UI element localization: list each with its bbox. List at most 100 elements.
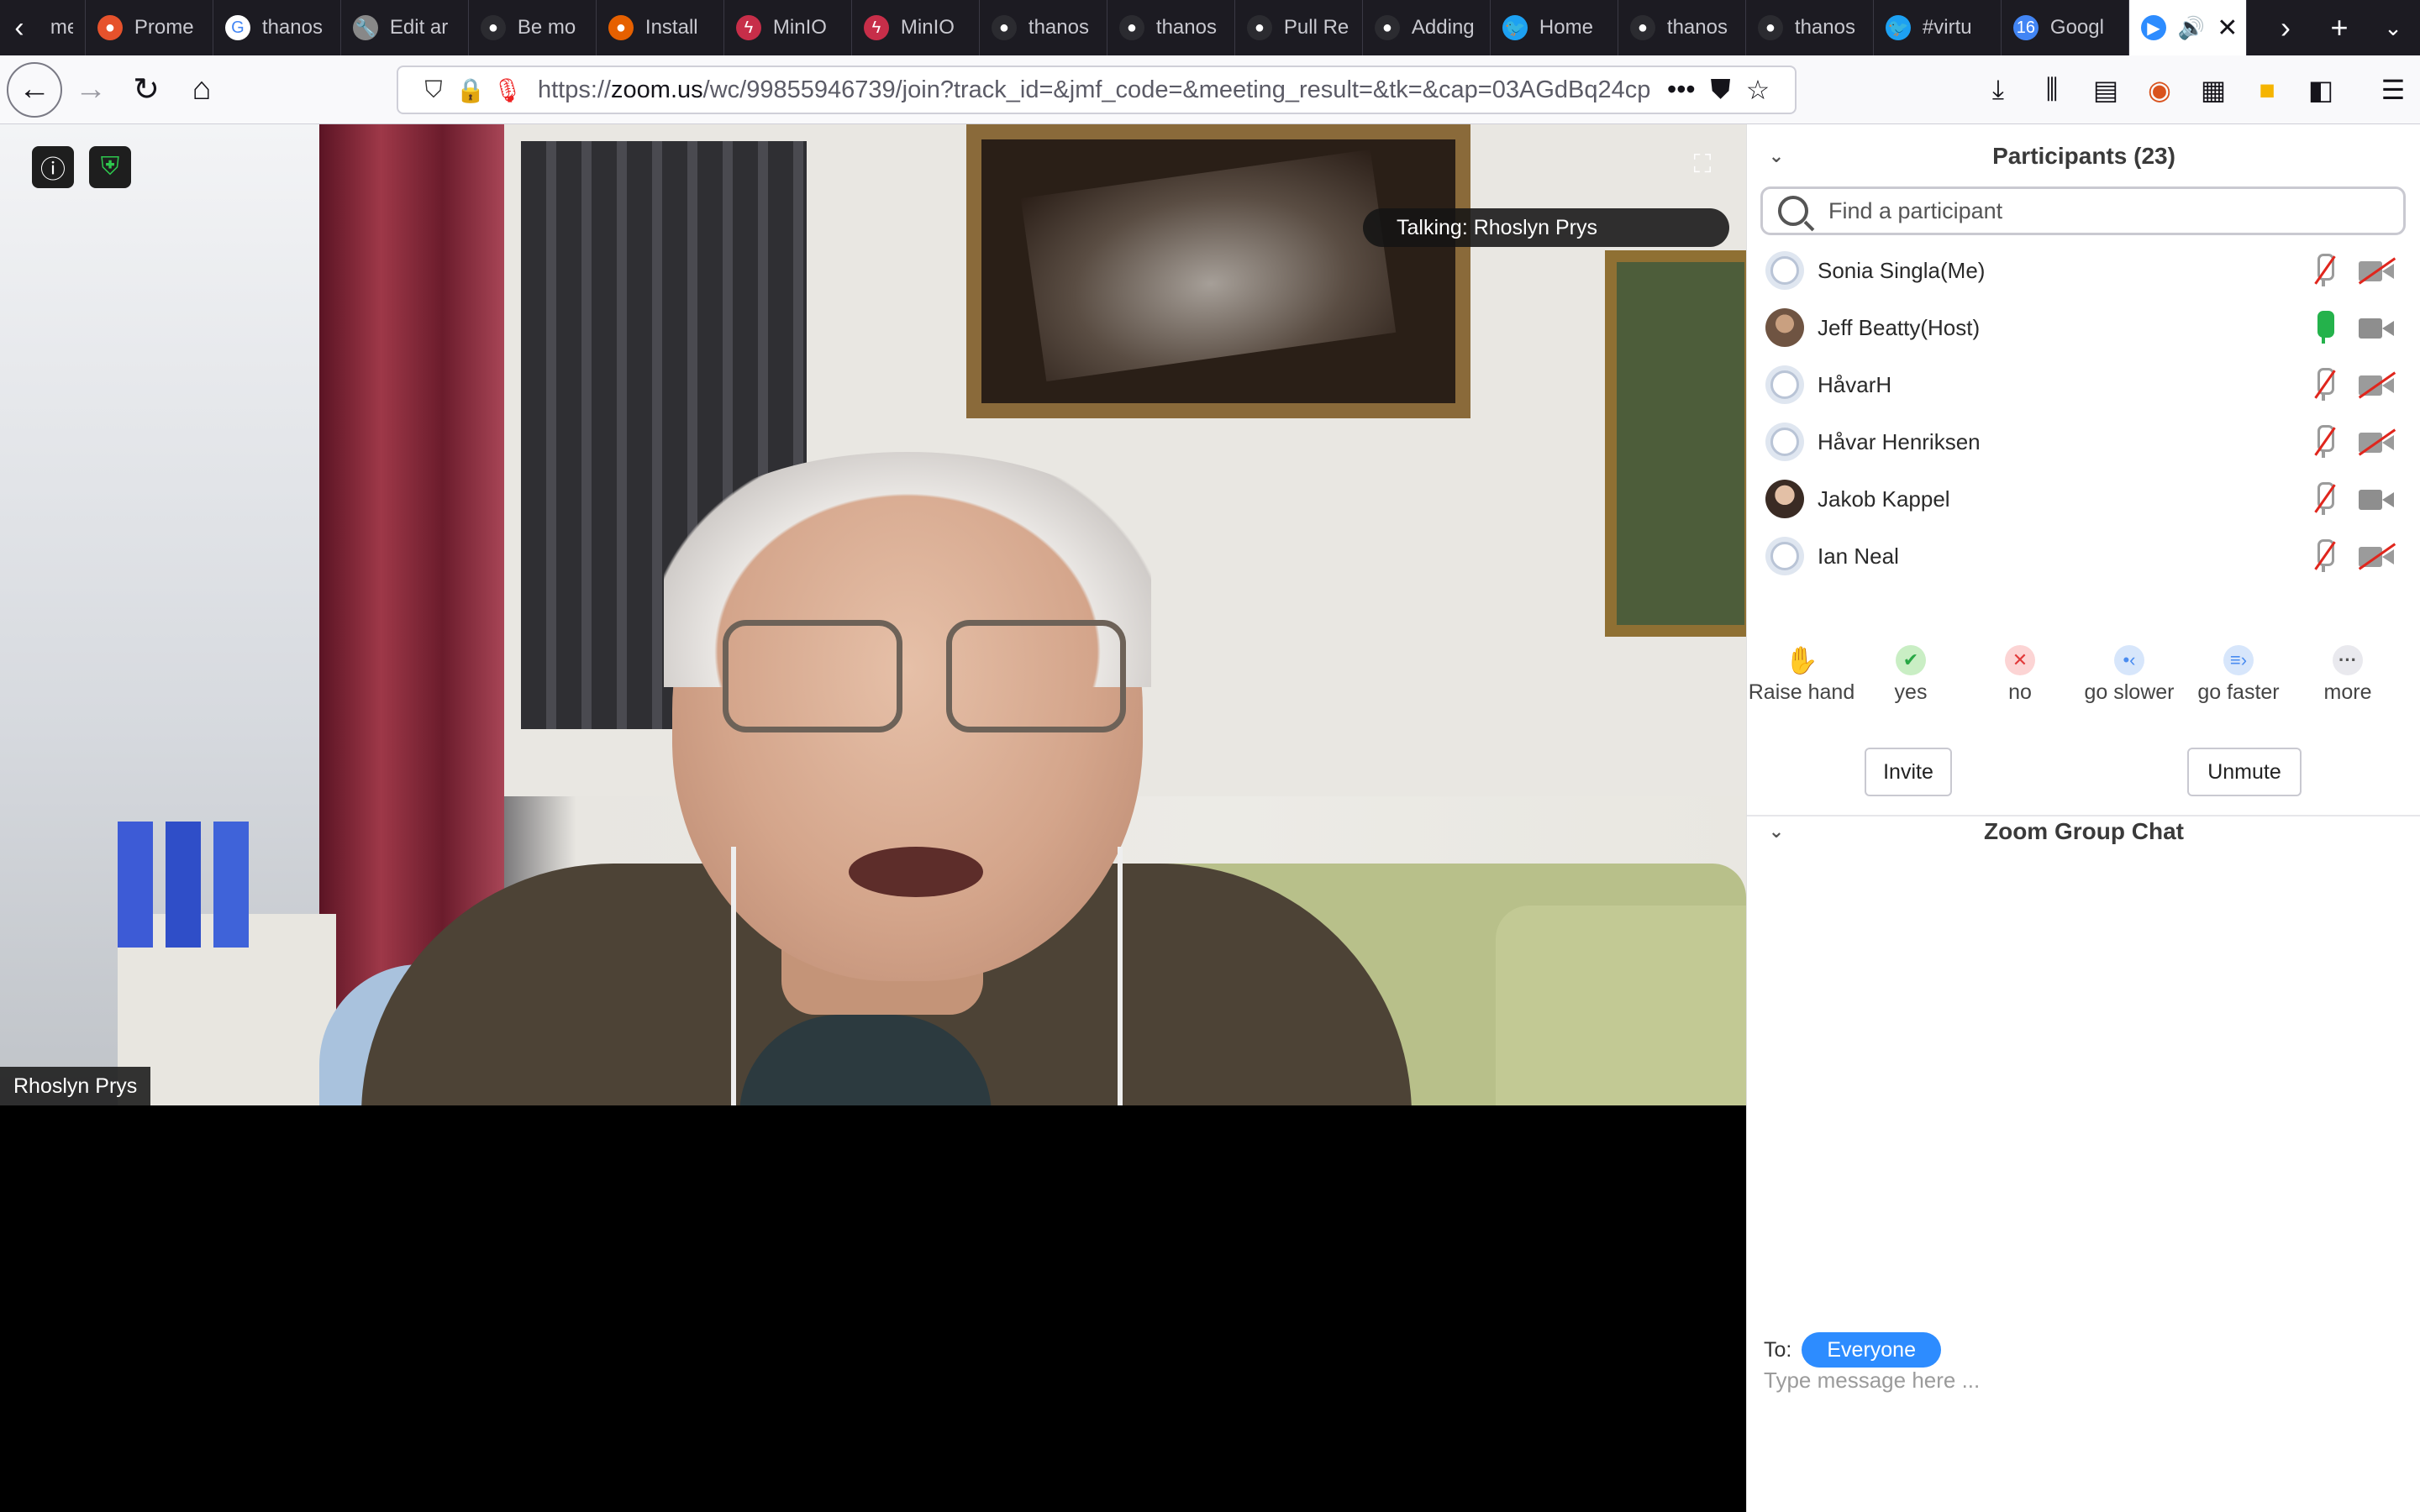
reaction-label: Raise hand <box>1748 680 1855 704</box>
browser-tab[interactable]: ● Be mo <box>469 0 597 55</box>
browser-tab[interactable]: me <box>39 0 86 55</box>
browser-tab[interactable]: ● Prome <box>86 0 213 55</box>
tabs-scroll-left-icon[interactable]: ‹ <box>0 0 39 55</box>
participant-search[interactable] <box>1760 186 2406 235</box>
extension-grid-icon[interactable]: ▦ <box>2186 63 2240 117</box>
google-icon: G <box>224 15 250 40</box>
microphone-muted-icon <box>2313 425 2336 459</box>
browser-tab-label: Be mo <box>517 16 576 39</box>
github-icon: ● <box>1629 15 1655 40</box>
sidebar-icon[interactable]: ▤ <box>2079 63 2133 117</box>
tabs-scroll-right-icon[interactable]: › <box>2259 0 2312 55</box>
minio-icon: ϟ <box>735 15 761 40</box>
browser-tab[interactable]: ● thanos <box>1107 0 1235 55</box>
collapse-chat-icon[interactable]: ⌄ <box>1764 819 1789 844</box>
browser-tab[interactable]: ● Adding <box>1363 0 1491 55</box>
browser-tab[interactable]: 🔧 Edit ar <box>341 0 469 55</box>
reaction-check[interactable]: ✔ yes <box>1856 645 1965 712</box>
microphone-muted-icon <box>2313 539 2336 573</box>
forward-button[interactable]: → <box>64 63 118 117</box>
reload-button[interactable]: ↻ <box>119 63 173 117</box>
bookmark-star-icon[interactable]: ☆ <box>1746 74 1770 106</box>
back-button[interactable]: ← <box>7 61 62 118</box>
reaction-raise-hand[interactable]: ✋ Raise hand <box>1747 645 1856 712</box>
chat-header: ⌄ Zoom Group Chat <box>1747 805 2420 858</box>
extension-color-icon[interactable]: ◉ <box>2133 63 2186 117</box>
video-empty-area <box>0 1105 1746 1512</box>
tracking-shield-icon[interactable]: ⛉ <box>415 71 452 108</box>
extension-yellow-icon[interactable]: ■ <box>2240 63 2294 117</box>
browser-tab[interactable]: ● thanos <box>980 0 1107 55</box>
extension-apps-icon[interactable]: ◧ <box>2294 63 2348 117</box>
twitter-icon: 🐦 <box>1885 15 1911 40</box>
reaction-slower[interactable]: •‹ go slower <box>2075 645 2184 712</box>
video-camera-off-icon <box>2358 257 2396 285</box>
video-camera-off-icon <box>2358 428 2396 456</box>
reaction-label: yes <box>1894 680 1928 704</box>
url-bar[interactable]: ⛉ 🔒 🎙 https://zoom.us/wc/99855946739/joi… <box>397 66 1797 114</box>
avatar <box>1765 308 1804 347</box>
participant-search-input[interactable] <box>1828 197 2383 224</box>
microphone-muted-icon <box>2313 254 2336 287</box>
browser-tab[interactable]: ϟ MinIO <box>724 0 852 55</box>
wrench-icon: 🔧 <box>352 15 378 40</box>
browser-tab[interactable]: 🐦 Home <box>1491 0 1618 55</box>
speaker-icon[interactable]: 🔊 <box>2178 15 2205 41</box>
github-icon: ● <box>1246 15 1272 40</box>
participant-row[interactable]: Ian Neal <box>1747 528 2420 585</box>
browser-tab[interactable]: 🐦 #virtu <box>1874 0 2002 55</box>
page-actions-icon[interactable]: ••• <box>1667 74 1696 106</box>
browser-tab[interactable]: 16 Googl <box>2002 0 2129 55</box>
tab-zoom-active[interactable]: ▶ 🔊 ✕ <box>2128 0 2247 55</box>
github-icon: ● <box>480 15 506 40</box>
reaction-faster[interactable]: ≡› go faster <box>2184 645 2293 712</box>
chat-recipient-select[interactable]: Everyone <box>1802 1332 1941 1368</box>
menu-icon[interactable]: ☰ <box>2366 63 2420 117</box>
browser-tab[interactable]: ● thanos <box>1618 0 1746 55</box>
calendar-icon: 16 <box>2012 15 2039 40</box>
participant-row[interactable]: Jakob Kappel <box>1747 470 2420 528</box>
participant-name: Jakob Kappel <box>1818 486 1950 512</box>
avatar <box>1765 251 1804 290</box>
list-all-tabs-icon[interactable]: ⌄ <box>2366 0 2420 55</box>
participant-row[interactable]: Jeff Beatty(Host) <box>1747 299 2420 356</box>
close-tab-icon[interactable]: ✕ <box>2217 13 2238 43</box>
browser-tab-label: thanos <box>261 16 323 39</box>
chat-to-label: To: <box>1764 1337 1792 1362</box>
reaction-label: go slower <box>2084 680 2175 704</box>
library-icon[interactable]: ⫼ <box>2025 63 2079 117</box>
pocket-icon[interactable]: ⛊ <box>1711 74 1731 106</box>
fullscreen-icon[interactable]: ⛶ <box>1687 150 1718 180</box>
reaction-label: more <box>2323 680 2372 704</box>
reactions-bar: ✋ Raise hand ✔ yes ✕ no •‹ go slower ≡› go faster… <box>1747 645 2420 712</box>
speaker-video[interactable] <box>0 124 1746 1105</box>
unmute-button[interactable]: Unmute <box>2187 748 2302 796</box>
browser-tab[interactable]: ● thanos <box>1746 0 1874 55</box>
url-text[interactable]: https://zoom.us/wc/99855946739/join?trac… <box>538 76 1655 104</box>
avatar <box>1765 423 1804 461</box>
participant-name: Håvar Henriksen <box>1818 428 1981 454</box>
downloads-icon[interactable]: ⤓ <box>1971 63 2025 117</box>
browser-tab[interactable]: ● Pull Re <box>1235 0 1363 55</box>
invite-button[interactable]: Invite <box>1865 748 1952 796</box>
reaction-more[interactable]: ··· more <box>2293 645 2402 712</box>
microphone-muted-icon <box>2313 368 2336 402</box>
default-avatar-icon <box>1770 542 1799 570</box>
microphone-permission-icon[interactable]: 🎙 <box>489 71 526 108</box>
meeting-info-icon[interactable]: ⓘ <box>32 146 74 188</box>
browser-tab[interactable]: ● Install <box>597 0 724 55</box>
browser-tab-label: MinIO <box>900 16 955 39</box>
participant-row[interactable]: HåvarH <box>1747 356 2420 413</box>
lock-icon[interactable]: 🔒 <box>452 71 489 108</box>
participant-row[interactable]: Sonia Singla(Me) <box>1747 242 2420 299</box>
browser-tab[interactable]: Gthanos <box>213 0 341 55</box>
new-tab-button[interactable]: + <box>2312 0 2366 55</box>
collapse-participants-icon[interactable]: ⌄ <box>1764 144 1789 169</box>
home-button[interactable]: ⌂ <box>175 63 229 117</box>
participant-row[interactable]: Håvar Henriksen <box>1747 413 2420 470</box>
reaction-x[interactable]: ✕ no <box>1965 645 2075 712</box>
browser-tab[interactable]: ϟ MinIO <box>852 0 980 55</box>
encryption-shield-icon[interactable]: ⛨ <box>89 146 131 188</box>
browser-nav-bar: ← → ↻ ⌂ ⛉ 🔒 🎙 https://zoom.us/wc/9985594… <box>0 55 2420 124</box>
chat-message-input[interactable]: Type message here ... <box>1764 1368 1980 1394</box>
